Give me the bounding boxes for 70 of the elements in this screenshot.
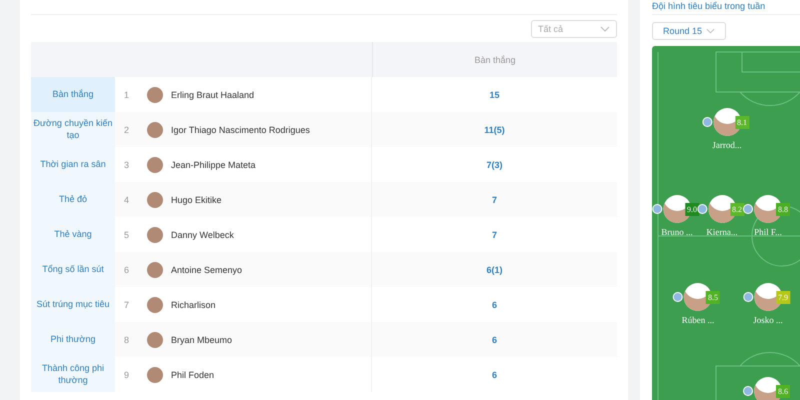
rating-badge: 8.8: [776, 203, 790, 216]
rank-number: 8: [124, 334, 130, 344]
avatar-circle: [147, 262, 163, 278]
category-tab[interactable]: Thời gian ra sân: [31, 147, 115, 182]
stat-value: 7: [492, 194, 497, 204]
player-name: Jarrod...: [712, 140, 742, 150]
rank-number: 4: [124, 194, 130, 204]
round-dropdown[interactable]: Round 15: [652, 22, 726, 40]
stat-value: 6(1): [486, 264, 502, 274]
avatar-circle: [147, 296, 163, 312]
avatar-circle: [147, 192, 163, 208]
club-crest-icon: [673, 292, 683, 302]
rank-number: 7: [124, 300, 130, 310]
player-name: Bryan Mbeumo: [171, 334, 232, 344]
rank-number: 1: [124, 90, 130, 100]
player-name: Antoine Semenyo: [171, 264, 242, 274]
category-tab[interactable]: Thành công phi thường: [31, 357, 115, 392]
player-name: Richarlison: [171, 300, 216, 310]
club-crest-icon: [702, 117, 712, 127]
stat-value: 15: [489, 90, 500, 100]
rank-number: 5: [124, 230, 130, 240]
stat-value: 7(3): [486, 160, 502, 170]
player-name: Erling Braut Haaland: [171, 90, 254, 100]
rating-badge: 7.9: [776, 291, 790, 304]
chevron-down-icon: [600, 26, 610, 32]
panel-title: Đội hình tiêu biểu trong tuần: [652, 0, 800, 15]
rating-badge: 8.2: [730, 203, 744, 216]
stat-value: 11(5): [484, 124, 505, 134]
avatar-circle: [147, 122, 163, 138]
club-crest-icon: [743, 204, 753, 214]
rank-number: 3: [124, 160, 130, 170]
rating-badge: 8.1: [735, 116, 749, 129]
player-name: Josko ...: [753, 315, 783, 325]
club-crest-icon: [743, 292, 753, 302]
category-tab[interactable]: Tổng số lần sút: [31, 252, 115, 287]
category-tab[interactable]: Sút trúng mục tiêu: [31, 287, 115, 322]
player-name: Igor Thiago Nascimento Rodrigues: [171, 124, 310, 134]
avatar-circle: [147, 86, 163, 102]
player-name: Kierna...: [706, 227, 738, 237]
stat-value: 6: [492, 334, 497, 344]
rating-badge: 8.6: [776, 385, 790, 398]
category-tab[interactable]: Thẻ vàng: [31, 217, 115, 252]
rating-badge: 9.0: [685, 203, 699, 216]
player-name: Phil Foden: [171, 370, 214, 380]
avatar-circle: [147, 226, 163, 242]
player-name: Hugo Ekitike: [171, 194, 222, 204]
category-tab[interactable]: Thẻ đỏ: [31, 182, 115, 217]
stat-value: 7: [492, 230, 497, 240]
stat-value: 6: [492, 370, 497, 380]
avatar-circle: [147, 366, 163, 382]
rank-number: 6: [124, 264, 130, 274]
chevron-down-icon: [706, 28, 715, 34]
rank-number: 2: [124, 124, 130, 134]
category-tab[interactable]: Bàn thắng: [31, 77, 115, 112]
avatar-circle: [147, 332, 163, 348]
avatar-circle: [147, 156, 163, 172]
filter-dropdown[interactable]: Tất cả: [531, 20, 617, 38]
player-name: Bruno ...: [661, 227, 693, 237]
club-crest-icon: [743, 386, 753, 396]
player-name: Jean-Philippe Mateta: [171, 160, 256, 170]
stat-value: 6: [492, 300, 497, 310]
column-header: Bàn thắng: [474, 54, 516, 64]
player-name: Danny Welbeck: [171, 230, 234, 240]
rating-badge: 8.5: [706, 291, 720, 304]
club-crest-icon: [652, 204, 662, 214]
player-name: Rúben ...: [682, 315, 714, 325]
category-tab[interactable]: Đường chuyền kiến tạo: [31, 112, 115, 147]
category-tab[interactable]: Phi thường: [31, 322, 115, 357]
player-name: Phil F...: [754, 227, 782, 237]
rank-number: 9: [124, 370, 130, 380]
